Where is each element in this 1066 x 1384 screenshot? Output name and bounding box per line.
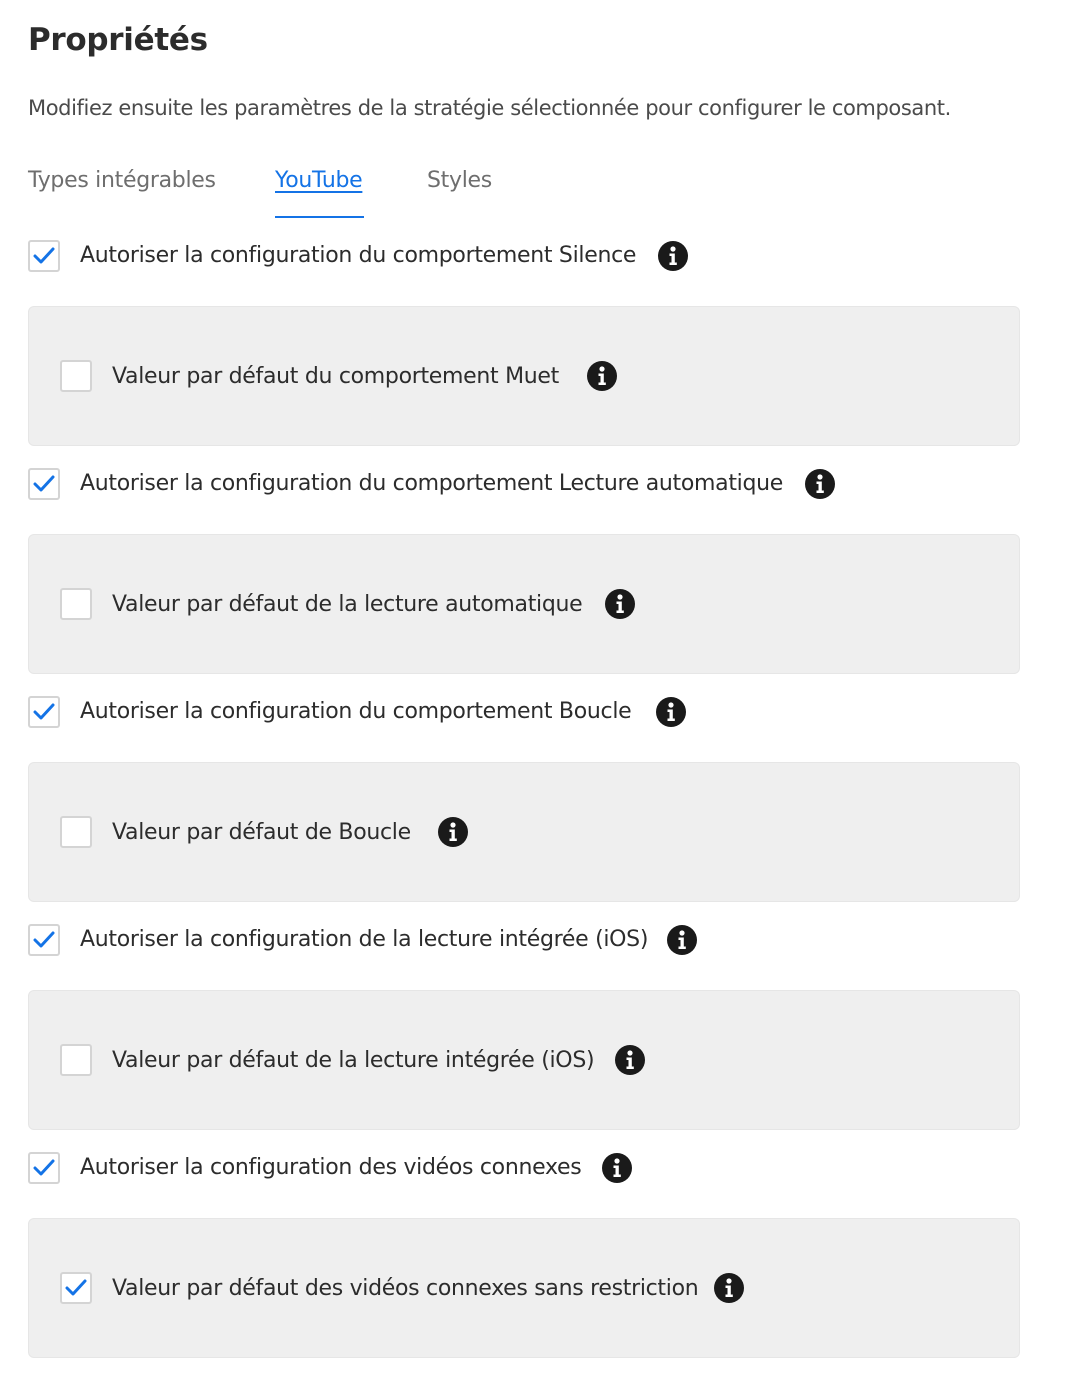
info-icon[interactable] xyxy=(657,240,689,272)
page-description: Modifiez ensuite les paramètres de la st… xyxy=(28,96,951,120)
info-icon[interactable] xyxy=(604,588,636,620)
tab-youtube[interactable]: YouTube xyxy=(275,168,363,193)
info-icon[interactable] xyxy=(804,468,836,500)
mute-default-checkbox[interactable] xyxy=(60,360,92,392)
allow-inline-playback-label: Autoriser la configuration de la lecture… xyxy=(80,927,649,952)
info-icon[interactable] xyxy=(586,360,618,392)
tab-types-integrables[interactable]: Types intégrables xyxy=(28,168,216,193)
allow-mute-checkbox[interactable] xyxy=(28,240,60,272)
loop-default-panel: Valeur par défaut de Boucle xyxy=(28,762,1020,902)
allow-loop-checkbox[interactable] xyxy=(28,696,60,728)
inline-playback-default-label: Valeur par défaut de la lecture intégrée… xyxy=(112,1048,595,1073)
info-icon[interactable] xyxy=(655,696,687,728)
tab-bar: Types intégrables YouTube Styles xyxy=(28,168,728,220)
checkmark-icon xyxy=(33,475,55,492)
allow-loop-label: Autoriser la configuration du comporteme… xyxy=(80,699,632,724)
active-tab-indicator xyxy=(275,216,364,218)
inline-playback-default-panel: Valeur par défaut de la lecture intégrée… xyxy=(28,990,1020,1130)
inline-playback-default-checkbox[interactable] xyxy=(60,1044,92,1076)
loop-default-label: Valeur par défaut de Boucle xyxy=(112,820,411,845)
info-icon[interactable] xyxy=(666,924,698,956)
tab-styles[interactable]: Styles xyxy=(427,168,492,193)
checkmark-icon xyxy=(33,703,55,720)
allow-autoplay-checkbox[interactable] xyxy=(28,468,60,500)
info-icon[interactable] xyxy=(614,1044,646,1076)
checkmark-icon xyxy=(33,247,55,264)
mute-default-label: Valeur par défaut du comportement Muet xyxy=(112,364,559,389)
allow-related-videos-label: Autoriser la configuration des vidéos co… xyxy=(80,1155,582,1180)
info-icon[interactable] xyxy=(713,1272,745,1304)
info-icon[interactable] xyxy=(437,816,469,848)
allow-related-videos-checkbox[interactable] xyxy=(28,1152,60,1184)
loop-default-checkbox[interactable] xyxy=(60,816,92,848)
autoplay-default-checkbox[interactable] xyxy=(60,588,92,620)
allow-inline-playback-checkbox[interactable] xyxy=(28,924,60,956)
autoplay-default-label: Valeur par défaut de la lecture automati… xyxy=(112,592,583,617)
page-title: Propriétés xyxy=(28,22,208,58)
related-videos-default-label: Valeur par défaut des vidéos connexes sa… xyxy=(112,1276,699,1301)
related-videos-default-checkbox[interactable] xyxy=(60,1272,92,1304)
allow-autoplay-label: Autoriser la configuration du comporteme… xyxy=(80,471,783,496)
checkmark-icon xyxy=(33,931,55,948)
allow-mute-label: Autoriser la configuration du comporteme… xyxy=(80,243,637,268)
checkmark-icon xyxy=(33,1159,55,1176)
checkmark-icon xyxy=(65,1279,87,1296)
info-icon[interactable] xyxy=(601,1152,633,1184)
mute-default-panel: Valeur par défaut du comportement Muet xyxy=(28,306,1020,446)
autoplay-default-panel: Valeur par défaut de la lecture automati… xyxy=(28,534,1020,674)
related-videos-default-panel: Valeur par défaut des vidéos connexes sa… xyxy=(28,1218,1020,1358)
